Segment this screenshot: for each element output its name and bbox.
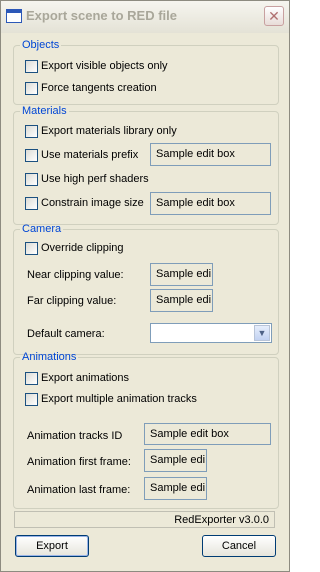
export-multiple-tracks-label[interactable]: Export multiple animation tracks — [41, 393, 197, 406]
window-icon — [6, 9, 22, 23]
close-button[interactable]: ✕ — [264, 6, 284, 26]
close-icon: ✕ — [268, 8, 280, 24]
export-multiple-tracks-checkbox[interactable] — [25, 393, 38, 406]
title-bar[interactable]: Export scene to RED file ✕ — [1, 1, 289, 33]
near-clipping-input[interactable]: Sample edi — [150, 263, 213, 286]
export-animations-label[interactable]: Export animations — [41, 372, 129, 385]
chevron-down-icon[interactable]: ▼ — [254, 325, 270, 341]
export-library-label[interactable]: Export materials library only — [41, 125, 177, 138]
constrain-size-checkbox[interactable] — [25, 197, 38, 210]
materials-legend: Materials — [22, 105, 67, 117]
tracks-id-input[interactable]: Sample edit box — [144, 423, 271, 445]
camera-legend: Camera — [22, 223, 62, 235]
high-perf-shaders-label[interactable]: Use high perf shaders — [41, 173, 149, 186]
export-library-checkbox[interactable] — [25, 125, 38, 138]
export-visible-checkbox[interactable] — [25, 60, 38, 73]
status-bar: RedExporter v3.0.0 — [14, 511, 275, 528]
animations-legend: Animations — [22, 351, 77, 363]
default-camera-label: Default camera: — [27, 328, 105, 340]
window-title: Export scene to RED file — [26, 8, 177, 23]
first-frame-input[interactable]: Sample edi — [144, 449, 207, 472]
far-clipping-label: Far clipping value: — [27, 295, 117, 307]
default-camera-select[interactable]: ▼ — [150, 323, 272, 343]
cancel-button[interactable]: Cancel — [202, 535, 276, 557]
tracks-id-label: Animation tracks ID — [27, 430, 123, 442]
force-tangents-checkbox[interactable] — [25, 82, 38, 95]
image-size-input[interactable]: Sample edit box — [150, 192, 271, 215]
export-button[interactable]: Export — [15, 535, 89, 557]
use-prefix-checkbox[interactable] — [25, 149, 38, 162]
version-text: RedExporter v3.0.0 — [174, 514, 269, 526]
high-perf-shaders-checkbox[interactable] — [25, 173, 38, 186]
first-frame-label: Animation first frame: — [27, 456, 131, 468]
export-animations-checkbox[interactable] — [25, 372, 38, 385]
force-tangents-label[interactable]: Force tangents creation — [41, 82, 157, 95]
override-clipping-checkbox[interactable] — [25, 242, 38, 255]
use-prefix-label[interactable]: Use materials prefix — [41, 149, 138, 162]
export-dialog: Export scene to RED file ✕ Objects Expor… — [0, 0, 290, 572]
override-clipping-label[interactable]: Override clipping — [41, 242, 124, 255]
near-clipping-label: Near clipping value: — [27, 269, 124, 281]
far-clipping-input[interactable]: Sample edi — [150, 289, 213, 312]
materials-prefix-input[interactable]: Sample edit box — [150, 143, 271, 166]
last-frame-label: Animation last frame: — [27, 484, 131, 496]
constrain-size-label[interactable]: Constrain image size — [41, 197, 144, 210]
last-frame-input[interactable]: Sample edi — [144, 477, 207, 500]
objects-legend: Objects — [22, 39, 60, 51]
export-visible-label[interactable]: Export visible objects only — [41, 60, 168, 73]
